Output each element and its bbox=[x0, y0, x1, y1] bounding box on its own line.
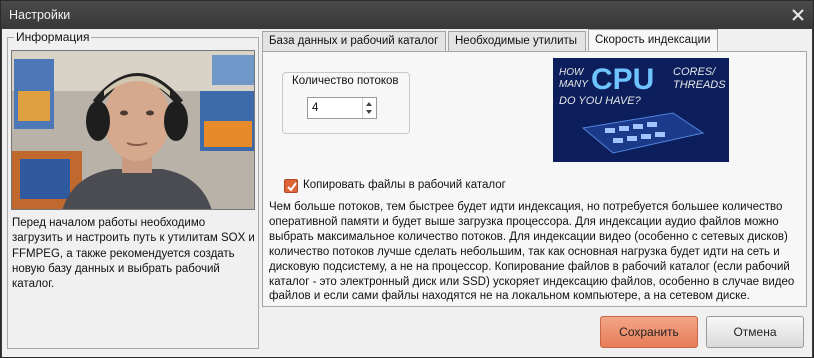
settings-tabs: База данных и рабочий каталог Необходимы… bbox=[262, 29, 807, 53]
indexing-speed-page: Количество потоков 4 Копировать файлы в … bbox=[262, 51, 807, 307]
spin-arrows[interactable] bbox=[362, 98, 376, 118]
window-client-area: Информация Перед началом работы необходи… bbox=[2, 29, 812, 357]
close-icon[interactable] bbox=[789, 6, 807, 24]
banner-cores: CORES/ bbox=[673, 66, 716, 78]
spin-down-icon[interactable] bbox=[366, 110, 372, 114]
info-text: Перед началом работы необходимо загрузит… bbox=[12, 217, 255, 291]
banner-how: HOW bbox=[559, 67, 585, 78]
indexing-description: Чем больше потоков, тем быстрее будет ид… bbox=[269, 201, 795, 303]
copy-files-checkbox[interactable] bbox=[284, 179, 298, 193]
threads-spinbox[interactable]: 4 bbox=[307, 97, 377, 119]
author-photo bbox=[11, 50, 255, 210]
threads-groupbox: Количество потоков 4 bbox=[282, 72, 410, 134]
spin-up-icon[interactable] bbox=[366, 102, 372, 106]
settings-window: Настройки Информация Перед началом работ… bbox=[0, 0, 814, 358]
save-button[interactable]: Сохранить bbox=[600, 316, 698, 348]
cancel-button[interactable]: Отмена bbox=[706, 316, 804, 348]
copy-files-label[interactable]: Копировать файлы в рабочий каталог bbox=[303, 179, 506, 191]
banner-cpu: CPU bbox=[591, 63, 654, 96]
cpu-banner-image: HOW MANY CPU CORES/ THREADS DO YOU HAVE? bbox=[553, 58, 729, 162]
tab-utilities[interactable]: Необходимые утилиты bbox=[448, 31, 586, 52]
threads-value[interactable]: 4 bbox=[312, 102, 318, 114]
banner-many: MANY bbox=[559, 79, 589, 90]
tab-indexing-speed[interactable]: Скорость индексации bbox=[588, 29, 718, 53]
title-bar[interactable]: Настройки bbox=[1, 1, 813, 29]
window-title: Настройки bbox=[9, 8, 71, 22]
tab-database[interactable]: База данных и рабочий каталог bbox=[262, 31, 446, 52]
info-groupbox: Информация Перед началом работы необходи… bbox=[7, 30, 259, 349]
info-legend: Информация bbox=[14, 30, 92, 44]
threads-label: Количество потоков bbox=[290, 75, 401, 87]
banner-question: DO YOU HAVE? bbox=[559, 95, 642, 107]
banner-threads: THREADS bbox=[673, 79, 726, 91]
